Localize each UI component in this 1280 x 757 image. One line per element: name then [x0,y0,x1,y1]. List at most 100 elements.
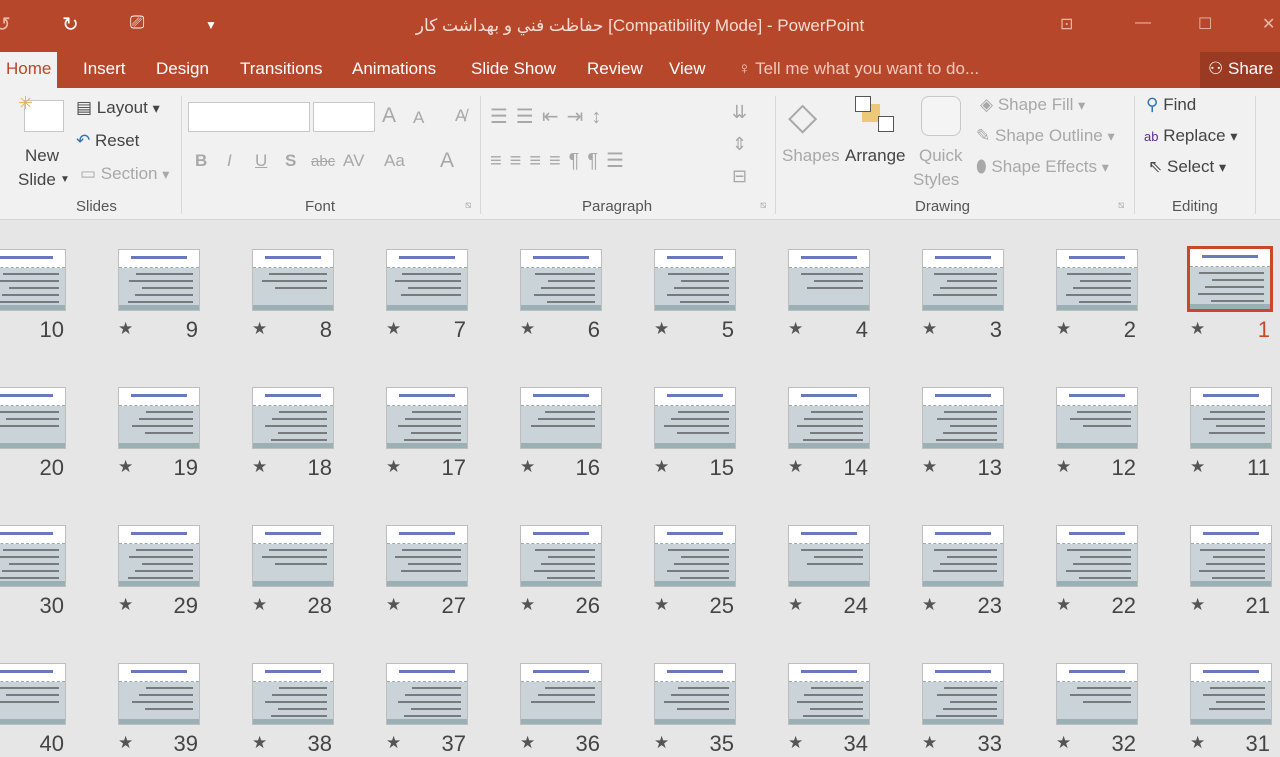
slide-thumbnail[interactable] [118,663,200,725]
shrink-font-button[interactable]: A [413,108,424,128]
shape-outline-button[interactable]: ✎ Shape Outline ▾ [976,126,1115,146]
arrange-button[interactable]: Arrange [845,146,905,166]
slide-thumbnail[interactable] [654,387,736,449]
slide-thumbnail[interactable] [788,525,870,587]
animation-star-icon[interactable]: ★ [922,319,937,339]
slide-thumbnail[interactable] [252,387,334,449]
animation-star-icon[interactable]: ★ [520,457,535,477]
animation-star-icon[interactable]: ★ [252,319,267,339]
tab-insert[interactable]: Insert [83,59,126,79]
slide-thumbnail[interactable] [252,249,334,311]
layout-button[interactable]: ▤ Layout ▾ [76,98,160,118]
quick-styles-label-1[interactable]: Quick [919,146,962,166]
tab-design[interactable]: Design [156,59,209,79]
slide-thumbnail[interactable] [386,663,468,725]
slide-thumbnail[interactable] [520,249,602,311]
slide-thumbnail[interactable] [922,249,1004,311]
quick-styles-label-2[interactable]: Styles [913,170,959,190]
animation-star-icon[interactable]: ★ [654,595,669,615]
slide-thumbnail[interactable] [1056,525,1138,587]
tell-me-box[interactable]: ♀ Tell me what you want to do... [738,59,979,79]
slide-thumbnail[interactable] [252,525,334,587]
font-size-input[interactable] [313,102,375,132]
animation-star-icon[interactable]: ★ [386,457,401,477]
tab-home[interactable]: Home [0,52,58,88]
animation-star-icon[interactable]: ★ [386,733,401,753]
animation-star-icon[interactable]: ★ [1190,319,1205,339]
find-button[interactable]: ⚲ Find [1146,95,1196,115]
section-button[interactable]: ▭ Section ▾ [80,164,169,184]
slide-thumbnail[interactable] [386,387,468,449]
italic-button[interactable]: I [227,151,232,171]
paragraph-dialog-launcher-icon[interactable]: ⧅ [760,200,766,211]
animation-star-icon[interactable]: ★ [788,319,803,339]
animation-star-icon[interactable]: ★ [118,595,133,615]
tab-transitions[interactable]: Transitions [240,59,323,79]
animation-star-icon[interactable]: ★ [252,595,267,615]
animation-star-icon[interactable]: ★ [922,457,937,477]
font-color-button[interactable]: A [440,149,454,173]
alignment-buttons[interactable]: ≡≡≡≡¶¶☰ [490,148,632,173]
tab-slide-show[interactable]: Slide Show [471,59,556,79]
animation-star-icon[interactable]: ★ [654,457,669,477]
underline-button[interactable]: U [255,151,267,171]
animation-star-icon[interactable]: ★ [1190,457,1205,477]
slide-thumbnail[interactable] [922,663,1004,725]
slide-thumbnail[interactable] [0,663,66,725]
slide-thumbnail[interactable] [788,663,870,725]
shapes-button[interactable]: Shapes [782,146,840,166]
slide-thumbnail[interactable] [1187,246,1273,312]
clear-formatting-icon[interactable]: A̸ [455,106,466,126]
font-dialog-launcher-icon[interactable]: ⧅ [465,200,471,211]
slide-thumbnail[interactable] [520,663,602,725]
share-button[interactable]: ⚇ Share [1200,52,1280,88]
animation-star-icon[interactable]: ★ [386,319,401,339]
animation-star-icon[interactable]: ★ [252,457,267,477]
animation-star-icon[interactable]: ★ [386,595,401,615]
ribbon-display-icon[interactable]: ⊡ [1060,14,1073,34]
strikethrough-button[interactable]: abc [311,153,335,170]
animation-star-icon[interactable]: ★ [654,733,669,753]
reset-button[interactable]: ↶ Reset [76,131,139,151]
slide-thumbnail[interactable] [1190,663,1272,725]
new-slide-label-1[interactable]: New [25,146,59,166]
animation-star-icon[interactable]: ★ [520,319,535,339]
drawing-dialog-launcher-icon[interactable]: ⧅ [1118,200,1124,211]
slide-thumbnail[interactable] [654,249,736,311]
tab-animations[interactable]: Animations [352,59,436,79]
shape-fill-button[interactable]: ◈ Shape Fill ▾ [980,95,1085,115]
animation-star-icon[interactable]: ★ [118,733,133,753]
animation-star-icon[interactable]: ★ [654,319,669,339]
animation-star-icon[interactable]: ★ [1190,595,1205,615]
tab-view[interactable]: View [669,59,706,79]
close-icon[interactable]: ✕ [1262,14,1275,34]
slide-thumbnail[interactable] [0,249,66,311]
animation-star-icon[interactable]: ★ [1056,457,1071,477]
animation-star-icon[interactable]: ★ [1056,319,1071,339]
new-slide-label-2[interactable]: Slide [18,170,56,190]
animation-star-icon[interactable]: ★ [788,733,803,753]
animation-star-icon[interactable]: ★ [118,457,133,477]
slide-thumbnail[interactable] [922,387,1004,449]
slide-thumbnail[interactable] [1190,387,1272,449]
animation-star-icon[interactable]: ★ [1056,733,1071,753]
slide-thumbnail[interactable] [1056,387,1138,449]
slide-thumbnail[interactable] [118,387,200,449]
shapes-icon[interactable]: ◇ [788,94,817,139]
slide-thumbnail[interactable] [0,387,66,449]
select-button[interactable]: ⇖ Select ▾ [1148,157,1226,177]
slide-thumbnail[interactable] [654,663,736,725]
animation-star-icon[interactable]: ★ [118,319,133,339]
slide-thumbnail[interactable] [654,525,736,587]
slide-thumbnail[interactable] [520,387,602,449]
animation-star-icon[interactable]: ★ [520,595,535,615]
shadow-button[interactable]: S [285,151,296,171]
replace-button[interactable]: ab Replace ▾ [1144,126,1237,146]
slide-thumbnail[interactable] [1190,525,1272,587]
slide-thumbnail[interactable] [922,525,1004,587]
slide-thumbnail[interactable] [118,525,200,587]
maximize-icon[interactable]: ☐ [1198,14,1212,34]
font-name-input[interactable] [188,102,310,132]
slide-thumbnail[interactable] [520,525,602,587]
slide-thumbnail[interactable] [1056,249,1138,311]
